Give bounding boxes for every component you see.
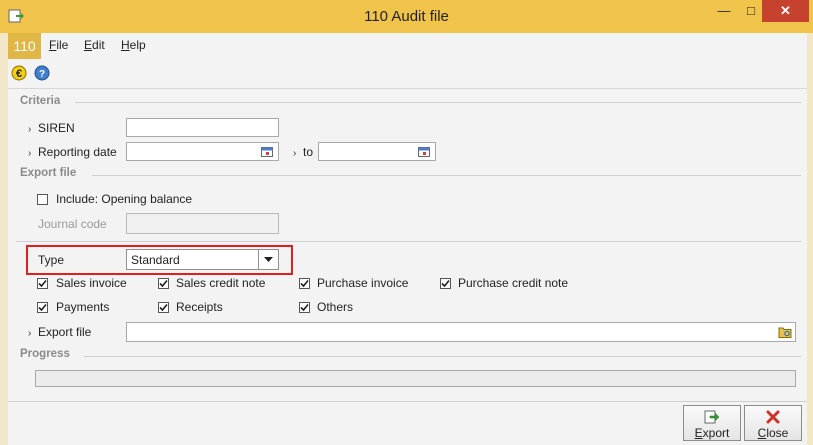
export-button-label: E bbox=[694, 426, 703, 440]
dropdown-button[interactable] bbox=[258, 250, 278, 269]
divider bbox=[92, 175, 801, 176]
divider bbox=[75, 102, 801, 103]
journal-code-input bbox=[126, 213, 279, 234]
menu-file[interactable]: File bbox=[49, 38, 68, 52]
footer: Export Close bbox=[8, 401, 807, 445]
export-button[interactable]: Export bbox=[683, 405, 741, 441]
menu-help[interactable]: Help bbox=[121, 38, 146, 52]
chevron-right-icon: › bbox=[28, 328, 32, 339]
svg-text:€: € bbox=[16, 68, 22, 80]
receipts-label: Receipts bbox=[176, 300, 223, 314]
reporting-date-to-field[interactable] bbox=[318, 142, 436, 161]
reporting-date-from-field[interactable] bbox=[126, 142, 279, 161]
others-checkbox[interactable] bbox=[299, 302, 310, 313]
export-file-input[interactable] bbox=[126, 322, 796, 342]
title-bar: 110 Audit file — □ ✕ bbox=[0, 0, 813, 33]
divider bbox=[84, 356, 801, 357]
calendar-icon[interactable] bbox=[261, 147, 273, 157]
sales-invoice-label: Sales invoice bbox=[56, 276, 127, 290]
close-button[interactable]: Close bbox=[744, 405, 802, 441]
type-label: Type bbox=[38, 253, 65, 267]
chevron-right-icon: › bbox=[28, 124, 32, 135]
journal-code-label: Journal code bbox=[38, 217, 107, 231]
siren-label: SIREN bbox=[38, 121, 75, 135]
payments-checkbox[interactable] bbox=[37, 302, 48, 313]
type-select[interactable]: Standard bbox=[126, 249, 279, 270]
receipts-checkbox[interactable] bbox=[158, 302, 169, 313]
calendar-icon[interactable] bbox=[418, 147, 430, 157]
others-label: Others bbox=[317, 300, 354, 314]
euro-icon[interactable]: € bbox=[11, 65, 27, 81]
sales-invoice-checkbox[interactable] bbox=[37, 278, 48, 289]
purchase-credit-note-label: Purchase credit note bbox=[458, 276, 569, 290]
svg-text:?: ? bbox=[39, 69, 45, 80]
to-label: to bbox=[303, 145, 314, 159]
sales-credit-note-checkbox[interactable] bbox=[158, 278, 169, 289]
section-criteria: Criteria bbox=[20, 95, 61, 107]
maximize-button[interactable]: □ bbox=[738, 0, 764, 22]
section-progress: Progress bbox=[20, 348, 70, 360]
export-icon bbox=[704, 410, 720, 424]
purchase-invoice-checkbox[interactable] bbox=[299, 278, 310, 289]
include-opening-balance-label: Include: Opening balance bbox=[56, 192, 193, 206]
window-title: 110 Audit file bbox=[364, 8, 449, 25]
checkmark-icon bbox=[159, 279, 168, 288]
export-file-label: Export file bbox=[38, 325, 92, 339]
siren-input[interactable] bbox=[126, 118, 279, 137]
menu-edit[interactable]: Edit bbox=[84, 38, 105, 52]
browse-folder-icon[interactable] bbox=[778, 325, 792, 339]
type-select-value: Standard bbox=[131, 253, 180, 267]
checkmark-icon bbox=[38, 303, 47, 312]
chevron-down-icon bbox=[264, 257, 273, 262]
sales-credit-note-label: Sales credit note bbox=[176, 276, 266, 290]
progress-bar bbox=[35, 370, 796, 387]
divider bbox=[16, 241, 801, 242]
purchase-invoice-label: Purchase invoice bbox=[317, 276, 409, 290]
checkmark-icon bbox=[300, 303, 309, 312]
section-export-file: Export file bbox=[20, 167, 77, 179]
checkmark-icon bbox=[441, 279, 450, 288]
close-window-button[interactable]: ✕ bbox=[762, 0, 809, 22]
checkmark-icon bbox=[38, 279, 47, 288]
menu-bar: 110 File Edit Help bbox=[8, 33, 807, 59]
main-panel: Criteria › SIREN › Reporting date › to E… bbox=[8, 88, 807, 402]
chevron-right-icon: › bbox=[293, 148, 297, 159]
checkmark-icon bbox=[159, 303, 168, 312]
purchase-credit-note-checkbox[interactable] bbox=[440, 278, 451, 289]
minimize-button[interactable]: — bbox=[711, 0, 737, 22]
close-icon bbox=[766, 410, 780, 424]
payments-label: Payments bbox=[56, 300, 110, 314]
chevron-right-icon: › bbox=[28, 148, 32, 159]
help-icon[interactable]: ? bbox=[34, 65, 50, 81]
module-badge: 110 bbox=[8, 33, 41, 59]
toolbar: € ? bbox=[8, 59, 807, 88]
reporting-date-label: Reporting date bbox=[38, 145, 117, 159]
include-opening-balance-checkbox[interactable] bbox=[37, 194, 48, 205]
checkmark-icon bbox=[300, 279, 309, 288]
